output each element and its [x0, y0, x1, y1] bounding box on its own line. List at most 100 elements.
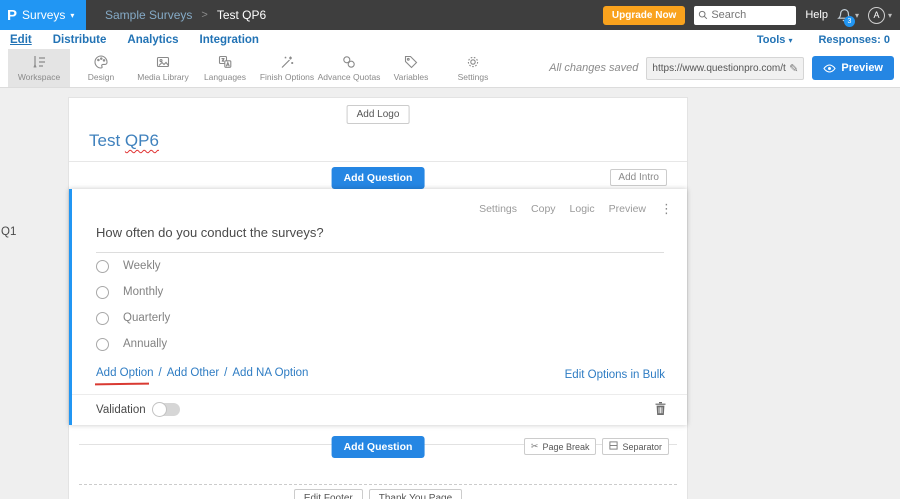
spellcheck-word: QP6 [124, 131, 159, 150]
tab-distribute[interactable]: Distribute [53, 34, 107, 46]
help-link[interactable]: Help [805, 9, 828, 21]
tab-analytics[interactable]: Analytics [127, 34, 178, 46]
add-option-link[interactable]: Add Option [96, 367, 154, 379]
question-logic-link[interactable]: Logic [570, 203, 595, 215]
break-separator-buttons: ✂ Page Break Separator [523, 438, 669, 455]
notifications-menu[interactable]: 3 ▾ [837, 8, 859, 27]
question-text[interactable]: How often do you conduct the surveys? [96, 225, 664, 253]
add-question-button-top[interactable]: Add Question [331, 167, 425, 189]
caret-down-icon: ▾ [788, 35, 793, 45]
survey-url-input[interactable] [652, 62, 787, 74]
toolbar-tab-variables[interactable]: Variables [380, 49, 442, 87]
workspace-icon [31, 54, 47, 70]
delete-question-button[interactable] [654, 401, 667, 421]
add-intro-button[interactable]: Add Intro [610, 169, 667, 186]
add-other-link[interactable]: Add Other [167, 367, 219, 379]
separator-button[interactable]: Separator [602, 438, 669, 455]
radio-button[interactable] [96, 311, 109, 325]
page-break-button[interactable]: ✂ Page Break [523, 438, 597, 455]
upgrade-now-button[interactable]: Upgrade Now [602, 5, 686, 25]
question-preview-link[interactable]: Preview [609, 203, 646, 215]
survey-url-box[interactable]: ✎ [646, 56, 805, 80]
topbar-right: Upgrade Now Help 3 ▾ A ▾ [602, 5, 900, 27]
toolbar-tab-languages[interactable]: Languages [194, 49, 256, 87]
option-label[interactable]: Monthly [123, 286, 163, 298]
nav-right: Tools ▾ Responses: 0 [757, 34, 890, 46]
caret-down-icon: ▾ [70, 10, 75, 20]
breadcrumb-sample-surveys[interactable]: Sample Surveys [105, 8, 192, 22]
breadcrumb: Sample Surveys > Test QP6 [105, 8, 266, 22]
option-row: Quarterly [96, 305, 170, 331]
add-question-button-bottom[interactable]: Add Question [331, 436, 425, 458]
question-copy-link[interactable]: Copy [531, 203, 556, 215]
edit-footer-button[interactable]: Edit Footer [293, 489, 363, 499]
option-label[interactable]: Weekly [123, 260, 161, 272]
radio-button[interactable] [96, 259, 109, 273]
option-row: Weekly [96, 253, 170, 279]
account-menu[interactable]: A ▾ [867, 6, 892, 24]
workspace-toolbar: Workspace Design Media Library Languages… [0, 49, 900, 88]
toolbar-tab-settings[interactable]: Settings [442, 49, 504, 87]
question-settings-link[interactable]: Settings [479, 203, 517, 215]
toolbar-tab-advance-quotas[interactable]: Advance Quotas [318, 49, 380, 87]
toolbar-tab-media-library[interactable]: Media Library [132, 49, 194, 87]
tab-integration[interactable]: Integration [200, 34, 259, 46]
translate-icon [217, 54, 233, 70]
responses-count[interactable]: Responses: 0 [818, 34, 890, 46]
kebab-menu-icon[interactable]: ⋮ [660, 202, 673, 215]
validation-toggle[interactable] [151, 402, 180, 417]
annotation-underline [94, 382, 150, 386]
search-input[interactable] [711, 9, 793, 21]
link-separator: / [224, 367, 228, 379]
search-icon [698, 10, 708, 20]
question-number-label: Q1 [1, 226, 17, 238]
toggle-knob [151, 402, 167, 417]
option-row: Monthly [96, 279, 170, 305]
tab-edit[interactable]: Edit [10, 34, 32, 46]
toolbar-tab-finish-options[interactable]: Finish Options [256, 49, 318, 87]
survey-footer-row: Edit Footer Thank You Page [69, 489, 687, 499]
thank-you-page-button[interactable]: Thank You Page [368, 489, 463, 499]
questionpro-logo: P [7, 6, 18, 24]
image-icon [155, 54, 171, 70]
survey-canvas: Q1 Add Logo Test QP6 Add Question Add In… [0, 88, 900, 499]
header-divider [69, 161, 687, 162]
survey-title[interactable]: Test QP6 [89, 131, 159, 151]
option-label[interactable]: Quarterly [123, 312, 170, 324]
palette-icon [93, 54, 109, 70]
caret-down-icon: ▾ [854, 10, 859, 20]
add-na-option-link[interactable]: Add NA Option [232, 367, 308, 379]
edit-options-in-bulk-link[interactable]: Edit Options in Bulk [565, 369, 665, 381]
toolbar-tab-design[interactable]: Design [70, 49, 132, 87]
breadcrumb-current-survey: Test QP6 [216, 8, 267, 22]
search-box[interactable] [694, 5, 797, 25]
radio-button[interactable] [96, 337, 109, 351]
option-row: Annually [96, 331, 170, 357]
surveys-product-menu[interactable]: P Surveys ▾ [0, 0, 86, 30]
add-option-links: Add Option / Add Other / Add NA Option [96, 367, 308, 379]
answer-options: Weekly Monthly Quarterly Annually [96, 253, 170, 357]
option-label[interactable]: Annually [123, 338, 167, 350]
link-separator: / [158, 367, 162, 379]
footer-dashed-divider [79, 484, 677, 485]
question-footer-divider [72, 394, 687, 395]
eye-icon [823, 63, 837, 73]
add-logo-button[interactable]: Add Logo [346, 105, 410, 124]
gear-icon [465, 54, 481, 70]
notification-badge: 3 [843, 15, 855, 27]
product-label: Surveys [22, 8, 66, 22]
separator-icon [609, 441, 619, 452]
avatar: A [867, 6, 885, 24]
question-block: Settings Copy Logic Preview ⋮ How often … [69, 189, 687, 425]
radio-button[interactable] [96, 285, 109, 299]
survey-card: Add Logo Test QP6 Add Question Add Intro… [68, 97, 688, 499]
validation-row: Validation [96, 402, 180, 417]
edit-url-icon[interactable]: ✎ [789, 62, 798, 75]
tools-menu[interactable]: Tools ▾ [757, 34, 793, 46]
scissors-icon: ✂ [530, 441, 539, 451]
preview-button[interactable]: Preview [812, 56, 894, 80]
toolbar-tab-workspace[interactable]: Workspace [8, 49, 70, 87]
caret-down-icon: ▾ [887, 10, 892, 20]
top-bar: P Surveys ▾ Sample Surveys > Test QP6 Up… [0, 0, 900, 30]
survey-nav: Edit Distribute Analytics Integration To… [0, 30, 900, 49]
